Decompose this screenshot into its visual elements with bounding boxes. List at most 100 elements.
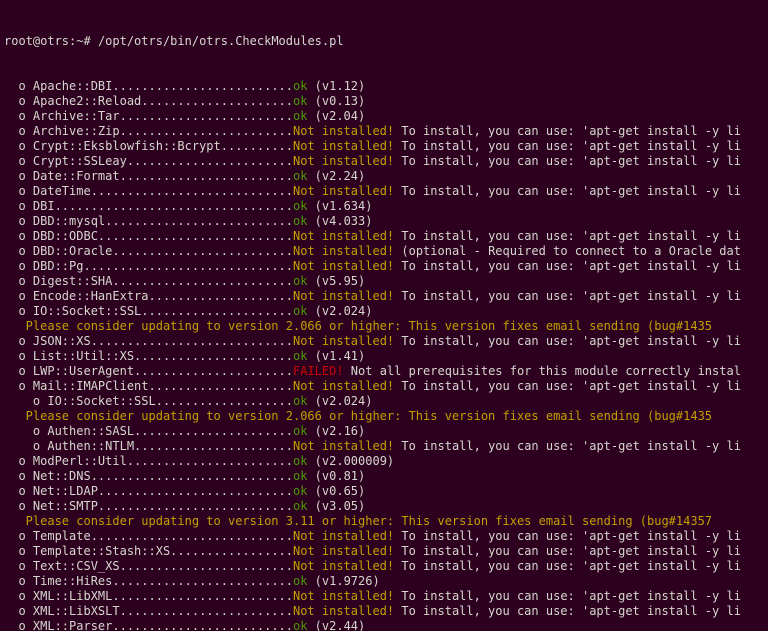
dots: ........................ — [120, 109, 293, 123]
status: Not installed! — [293, 124, 394, 138]
dots: ..................... — [141, 304, 293, 318]
module-row: o IO::Socket::SSL...................ok (… — [4, 394, 764, 409]
module-name: o Time::HiRes — [4, 574, 112, 588]
module-name: o Crypt::Eksblowfish::Bcrypt — [4, 139, 221, 153]
module-row: o XML::LibXML.........................No… — [4, 589, 764, 604]
status-detail: (v4.033) — [307, 214, 372, 228]
module-row: o DBD::Pg.............................No… — [4, 259, 764, 274]
dots: ................... — [156, 394, 293, 408]
module-name: o Date::Format — [4, 169, 120, 183]
module-row: o DBI.................................ok… — [4, 199, 764, 214]
status: ok — [293, 574, 307, 588]
status: ok — [293, 349, 307, 363]
module-name: o Encode::HanExtra — [4, 289, 149, 303]
module-row: o Digest::SHA.........................ok… — [4, 274, 764, 289]
module-row: o Archive::Tar........................ok… — [4, 109, 764, 124]
status: ok — [293, 199, 307, 213]
dots: ......................... — [112, 274, 293, 288]
module-row: o DBD::ODBC...........................No… — [4, 229, 764, 244]
dots: ........................ — [120, 559, 293, 573]
note-text: Please consider updating to version 2.06… — [4, 409, 712, 423]
status-detail: To install, you can use: 'apt-get instal… — [394, 544, 741, 558]
module-name: o Authen::SASL — [4, 424, 134, 438]
status: Not installed! — [293, 589, 394, 603]
dots: ....................... — [127, 154, 293, 168]
status-detail: (v2.000009) — [307, 454, 394, 468]
note-line: Please consider updating to version 3.11… — [4, 514, 764, 529]
status-detail: To install, you can use: 'apt-get instal… — [394, 529, 741, 543]
status: Not installed! — [293, 229, 394, 243]
module-name: o Digest::SHA — [4, 274, 112, 288]
status-detail: (optional - Required to connect to a Ora… — [394, 244, 741, 258]
prompt-line: root@otrs:~# /opt/otrs/bin/otrs.CheckMod… — [4, 34, 764, 49]
dots: ...................... — [134, 439, 293, 453]
status-detail: (v2.024) — [307, 304, 372, 318]
status: Not installed! — [293, 289, 394, 303]
module-name: o DBD::ODBC — [4, 229, 98, 243]
status-detail: (v2.024) — [307, 394, 372, 408]
module-name: o Net::DNS — [4, 469, 91, 483]
status: ok — [293, 214, 307, 228]
status: Not installed! — [293, 379, 394, 393]
status: ok — [293, 79, 307, 93]
module-row: o LWP::UserAgent......................FA… — [4, 364, 764, 379]
module-row: o Authen::SASL......................ok (… — [4, 424, 764, 439]
status-detail: To install, you can use: 'apt-get instal… — [394, 289, 741, 303]
status-detail: To install, you can use: 'apt-get instal… — [394, 559, 741, 573]
status-detail: To install, you can use: 'apt-get instal… — [394, 184, 741, 198]
module-row: o Net::DNS............................ok… — [4, 469, 764, 484]
module-row: o Date::Format........................ok… — [4, 169, 764, 184]
note-text: Please consider updating to version 2.06… — [4, 319, 712, 333]
status-detail: (v2.04) — [307, 109, 365, 123]
dots: ............................. — [83, 259, 293, 273]
module-name: o DBI — [4, 199, 55, 213]
module-row: o Crypt::Eksblowfish::Bcrypt..........No… — [4, 139, 764, 154]
terminal[interactable]: root@otrs:~# /opt/otrs/bin/otrs.CheckMod… — [0, 0, 768, 631]
prompt-path: :~# — [69, 34, 98, 48]
dots: ............................ — [91, 469, 293, 483]
status: Not installed! — [293, 334, 394, 348]
dots: ......................... — [112, 619, 293, 631]
module-row: o DateTime............................No… — [4, 184, 764, 199]
module-row: o XML::Parser.........................ok… — [4, 619, 764, 631]
status-detail: (v5.95) — [307, 274, 365, 288]
module-name: o JSON::XS — [4, 334, 91, 348]
status-detail: (v2.24) — [307, 169, 365, 183]
module-row: o IO::Socket::SSL.....................ok… — [4, 304, 764, 319]
status: ok — [293, 619, 307, 631]
module-row: o Archive::Zip........................No… — [4, 124, 764, 139]
module-row: o Apache::DBI.........................ok… — [4, 79, 764, 94]
dots: ................................. — [55, 199, 293, 213]
dots: ........................... — [98, 229, 293, 243]
status-detail: Not all prerequisites for this module co… — [344, 364, 741, 378]
status: ok — [293, 94, 307, 108]
module-row: o DBD::mysql..........................ok… — [4, 214, 764, 229]
status: Not installed! — [293, 544, 394, 558]
status-detail: To install, you can use: 'apt-get instal… — [394, 379, 741, 393]
module-row: o ModPerl::Util.......................ok… — [4, 454, 764, 469]
module-name: o IO::Socket::SSL — [4, 394, 156, 408]
dots: ........................... — [98, 484, 293, 498]
module-name: o Mail::IMAPClient — [4, 379, 149, 393]
module-name: o Archive::Zip — [4, 124, 120, 138]
dots: ...................... — [134, 424, 293, 438]
dots: ........................ — [120, 169, 293, 183]
status-detail: (v1.41) — [307, 349, 365, 363]
status-detail: (v0.13) — [307, 94, 365, 108]
status: ok — [293, 109, 307, 123]
status-detail: (v2.44) — [307, 619, 365, 631]
status: Not installed! — [293, 184, 394, 198]
module-list: o Apache::DBI.........................ok… — [4, 79, 764, 631]
module-row: o Crypt::SSLeay.......................No… — [4, 154, 764, 169]
status-detail: (v0.81) — [307, 469, 365, 483]
status: Not installed! — [293, 259, 394, 273]
module-row: o Mail::IMAPClient....................No… — [4, 379, 764, 394]
status: ok — [293, 499, 307, 513]
status: Not installed! — [293, 154, 394, 168]
status-detail: To install, you can use: 'apt-get instal… — [394, 124, 741, 138]
module-row: o Template............................No… — [4, 529, 764, 544]
module-row: o Encode::HanExtra....................No… — [4, 289, 764, 304]
status-detail: To install, you can use: 'apt-get instal… — [394, 229, 741, 243]
status-detail: To install, you can use: 'apt-get instal… — [394, 604, 741, 618]
status-detail: (v2.16) — [307, 424, 365, 438]
